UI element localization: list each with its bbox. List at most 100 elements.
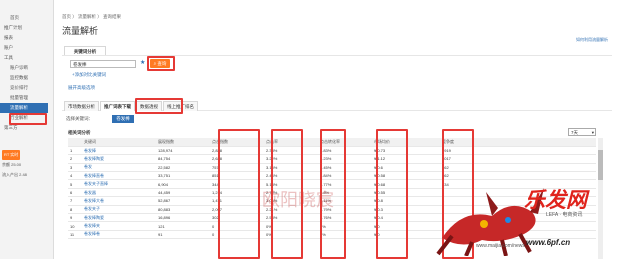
table-cell [200, 196, 210, 206]
brand-name: 乐发网 [524, 187, 587, 212]
highlight-cvr-column [376, 129, 408, 259]
tab-0[interactable]: 市场数据分析 [64, 101, 99, 111]
keyword-cell[interactable]: 卷发棒 [82, 146, 156, 156]
table-cell: 91 [156, 230, 200, 240]
keyword-chip[interactable]: 卷发棒 [112, 115, 134, 123]
table-cell [200, 146, 210, 156]
breadcrumb: 首页 〉 流量解析 〉 查询结果 [62, 14, 121, 19]
table-cell [200, 171, 210, 181]
table-cell: 6,904 [156, 179, 200, 189]
table-cell [200, 154, 210, 164]
balance-status: 余额 25.00 [2, 162, 22, 167]
column-header [362, 138, 372, 147]
table-cell [308, 146, 318, 156]
column-header[interactable]: 关键词 [82, 138, 156, 147]
keyword-cell[interactable]: 卷发棒卷 [82, 230, 156, 240]
table-cell: 16,896 [156, 213, 200, 223]
table-cell: 4 [68, 171, 82, 181]
sidebar-item[interactable]: 竞价排行 [0, 83, 54, 93]
tab-1[interactable]: 推广词表下载 [100, 101, 135, 111]
keyword-cell[interactable]: 卷发棒陶瓷 [82, 213, 156, 223]
table-cell: 52,867 [156, 196, 200, 206]
table-cell [200, 179, 210, 189]
table-cell [200, 205, 210, 215]
table-cell [308, 230, 318, 240]
table-cell [416, 154, 440, 164]
keyword-input[interactable]: 卷发棒 [70, 60, 136, 68]
keyword-cell[interactable]: 卷发器 [82, 188, 156, 198]
keyword-cell[interactable]: 卷发夹子 [82, 205, 156, 215]
table-cell [308, 163, 318, 173]
keyword-cell[interactable]: 卷发棒夹 [82, 221, 156, 231]
realtime-badge: RT 实时 [2, 150, 21, 160]
advanced-options-link[interactable]: 展开高级选项 [68, 85, 95, 91]
brand-url: www.6pf.cn [526, 238, 571, 247]
table-cell [200, 230, 210, 240]
table-cell [362, 196, 372, 206]
scrollbar-thumb[interactable] [598, 150, 603, 180]
table-cell [362, 230, 372, 240]
table-cell [200, 188, 210, 198]
column-header [416, 138, 440, 147]
table-cell [362, 205, 372, 215]
keyword-cell[interactable]: 卷发 [82, 163, 156, 173]
keyword-cell[interactable]: 卷发棒直卷 [82, 171, 156, 181]
table-cell [308, 221, 318, 231]
table-cell: 33,751 [156, 171, 200, 181]
sidebar-item[interactable]: 推广计划 [0, 23, 54, 33]
realtime-status: RT 实时 [2, 150, 50, 160]
keyword-cell[interactable]: 卷发棒大卷 [82, 196, 156, 206]
column-header[interactable]: 展现指数 [156, 138, 200, 147]
table-cell [362, 221, 372, 231]
table-cell: 11 [68, 230, 82, 240]
highlight-query-button [147, 56, 175, 71]
table-cell [362, 188, 372, 198]
table-cell [200, 213, 210, 223]
table-cell: 3 [68, 163, 82, 173]
highlight-impressions-column [218, 129, 260, 259]
sidebar-item[interactable]: 首页 [0, 13, 54, 23]
sidebar-item[interactable]: 账户诊断 [0, 63, 54, 73]
table-cell: 128,974 [156, 146, 200, 156]
sidebar-item[interactable]: 监控数据 [0, 73, 54, 83]
table-cell: 8 [68, 205, 82, 215]
help-link[interactable]: 如何利用流量解析 [576, 37, 608, 43]
sidebar-item[interactable]: 流量解析 [0, 103, 48, 113]
watermark: 欧阳晓宸 [262, 190, 334, 211]
site-watermark: www.maijia.com/news [476, 243, 525, 249]
table-cell [362, 213, 372, 223]
brand-subtitle: LEFA · 电商资讯 [546, 212, 583, 218]
table-cell [362, 146, 372, 156]
table-cell: 7 [68, 196, 82, 206]
sidebar-item[interactable]: 报表 [0, 33, 54, 43]
keyword-cell[interactable]: 卷发夹子直棒 [82, 179, 156, 189]
column-header [308, 138, 318, 147]
star-icon[interactable]: ★ [140, 59, 145, 66]
table-cell: 84,754 [156, 154, 200, 164]
table-cell: 80,883 [156, 205, 200, 215]
sidebar-item[interactable]: 工具 [0, 53, 54, 63]
table-cell: 2 [68, 154, 82, 164]
add-keyword-link[interactable]: +添加对比关键词 [72, 72, 106, 78]
chevron-down-icon: ▾ [591, 130, 594, 135]
table-cell [308, 213, 318, 223]
divider [62, 55, 612, 56]
keyword-cell[interactable]: 卷发棒陶瓷 [82, 154, 156, 164]
table-cell [362, 179, 372, 189]
table-cell: 1 [68, 146, 82, 156]
sidebar-item[interactable]: 账户 [0, 43, 54, 53]
tab-keyword-analysis[interactable]: 关键词分析 [64, 46, 106, 55]
table-cell [200, 221, 210, 231]
range-select[interactable]: 7天 ▾ [568, 128, 596, 136]
table-cell [362, 163, 372, 173]
table-cell: 121 [156, 221, 200, 231]
highlight-download-tab [135, 98, 183, 114]
result-title: 相关词分析 [68, 130, 91, 135]
table-cell: 44,459 [156, 188, 200, 198]
table-cell: 5 [68, 179, 82, 189]
table-cell [308, 154, 318, 164]
column-header [200, 138, 210, 147]
column-header [68, 138, 82, 147]
table-cell: 22,582 [156, 163, 200, 173]
sidebar-item[interactable]: 批量管理 [0, 93, 54, 103]
